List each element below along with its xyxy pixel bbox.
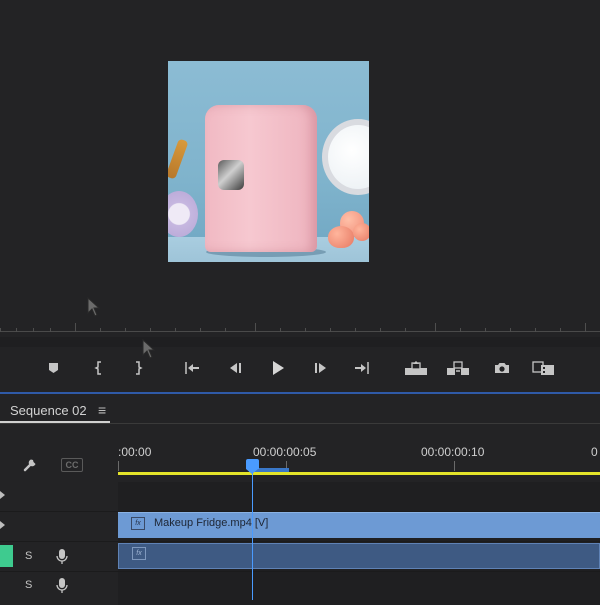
export-frame-button[interactable]: [491, 358, 513, 378]
track-separator: [0, 541, 600, 542]
timecode-label: :00:00: [118, 445, 152, 459]
comparison-view-button[interactable]: [531, 358, 557, 378]
step-back-button[interactable]: [224, 358, 246, 378]
preview-sponge: [328, 226, 354, 248]
expand-track-icon[interactable]: [0, 491, 5, 499]
camera-icon: [495, 363, 509, 373]
ruler-tick: [255, 323, 256, 332]
ruler-tick: [355, 328, 356, 332]
timeline-time-ruler[interactable]: :00:00 00:00:00:05 00:00:00:10 0: [118, 435, 600, 475]
playhead-point-icon: [246, 469, 258, 474]
extract-icon: [447, 361, 469, 375]
timecode-tick: [454, 461, 455, 471]
play-icon: [273, 361, 284, 375]
wrench-icon[interactable]: [22, 455, 40, 473]
go-to-out-button[interactable]: [351, 358, 373, 378]
panel-focus-divider: [0, 392, 600, 394]
ruler-tick: [560, 328, 561, 332]
preview-alarm-clock: [168, 191, 198, 237]
monitor-time-ruler[interactable]: [0, 322, 600, 336]
mark-in-button[interactable]: [88, 358, 110, 378]
panel-menu-icon[interactable]: ≡: [98, 402, 106, 418]
track-header-a1: S: [0, 544, 117, 571]
track-header-v1: [0, 512, 117, 539]
ruler-tick: [405, 328, 406, 332]
go-to-out-icon: [355, 362, 369, 374]
playhead-handle[interactable]: [246, 459, 259, 469]
ruler-tick: [100, 328, 101, 332]
ruler-tick: [50, 328, 51, 332]
mark-out-icon: [136, 361, 143, 375]
track-separator: [0, 571, 600, 572]
add-marker-button[interactable]: [43, 358, 65, 378]
video-preview[interactable]: [168, 61, 369, 262]
track-headers: S S: [0, 482, 117, 605]
preview-fridge-handle: [218, 160, 244, 190]
timecode-label: 0: [591, 445, 598, 459]
solo-button[interactable]: S: [25, 550, 32, 562]
ruler-tick: [485, 328, 486, 332]
timecode-tick: [118, 461, 119, 471]
ruler-tick: [225, 328, 226, 332]
lift-button[interactable]: [403, 358, 429, 378]
step-back-icon: [230, 363, 241, 373]
ruler-tick: [535, 328, 536, 332]
ruler-tick: [150, 328, 151, 332]
ruler-tick: [330, 328, 331, 332]
go-to-in-icon: [185, 362, 199, 374]
ruler-tick: [380, 328, 381, 332]
ruler-tick: [16, 328, 17, 332]
mouse-cursor-icon: [87, 297, 101, 317]
ruler-tick: [125, 328, 126, 332]
track-header-v2: [0, 482, 117, 509]
preview-sponge: [353, 223, 369, 241]
step-forward-button[interactable]: [310, 358, 332, 378]
extract-button[interactable]: [445, 358, 471, 378]
fx-badge-icon[interactable]: fx: [131, 517, 145, 530]
preview-mirror: [322, 119, 369, 195]
ruler-tick: [510, 328, 511, 332]
ruler-tick: [435, 323, 436, 332]
preview-brush: [168, 138, 189, 180]
ruler-tick: [305, 328, 306, 332]
ruler-tick: [75, 323, 76, 332]
play-button[interactable]: [267, 358, 289, 378]
sequence-tab[interactable]: Sequence 02: [10, 403, 87, 418]
ruler-tick: [460, 328, 461, 332]
microphone-icon[interactable]: [56, 577, 68, 595]
marker-icon: [49, 363, 58, 373]
work-area-bar[interactable]: [118, 472, 600, 475]
go-to-in-button[interactable]: [181, 358, 203, 378]
comparison-view-icon: [532, 361, 554, 375]
ruler-tick: [175, 328, 176, 332]
mark-out-button[interactable]: [127, 358, 149, 378]
track-header-a2: S: [0, 574, 117, 601]
ruler-tick: [280, 328, 281, 332]
timecode-label: 00:00:00:05: [253, 445, 317, 459]
ruler-tick: [585, 323, 586, 332]
audio-clip[interactable]: fx: [118, 543, 600, 569]
step-forward-icon: [315, 363, 326, 373]
playhead-line: [252, 465, 253, 600]
microphone-icon[interactable]: [56, 548, 68, 566]
mouse-cursor-icon: [142, 339, 156, 359]
lift-icon: [405, 361, 427, 375]
captions-icon[interactable]: CC: [61, 458, 83, 472]
fx-badge-icon[interactable]: fx: [132, 547, 146, 560]
ruler-tick: [0, 328, 1, 332]
video-clip[interactable]: fx Makeup Fridge.mp4 [V]: [118, 512, 600, 538]
tab-divider: [0, 423, 600, 424]
ruler-tick: [200, 328, 201, 332]
preview-mini-fridge: [205, 105, 317, 252]
solo-button[interactable]: S: [25, 579, 32, 591]
program-monitor: [0, 0, 600, 395]
source-patch-a1[interactable]: [0, 545, 13, 567]
ruler-tick: [33, 328, 34, 332]
expand-track-icon[interactable]: [0, 521, 5, 529]
mark-in-icon: [94, 361, 101, 375]
timecode-label: 00:00:00:10: [421, 445, 485, 459]
monitor-scrub-bar[interactable]: [0, 337, 600, 347]
